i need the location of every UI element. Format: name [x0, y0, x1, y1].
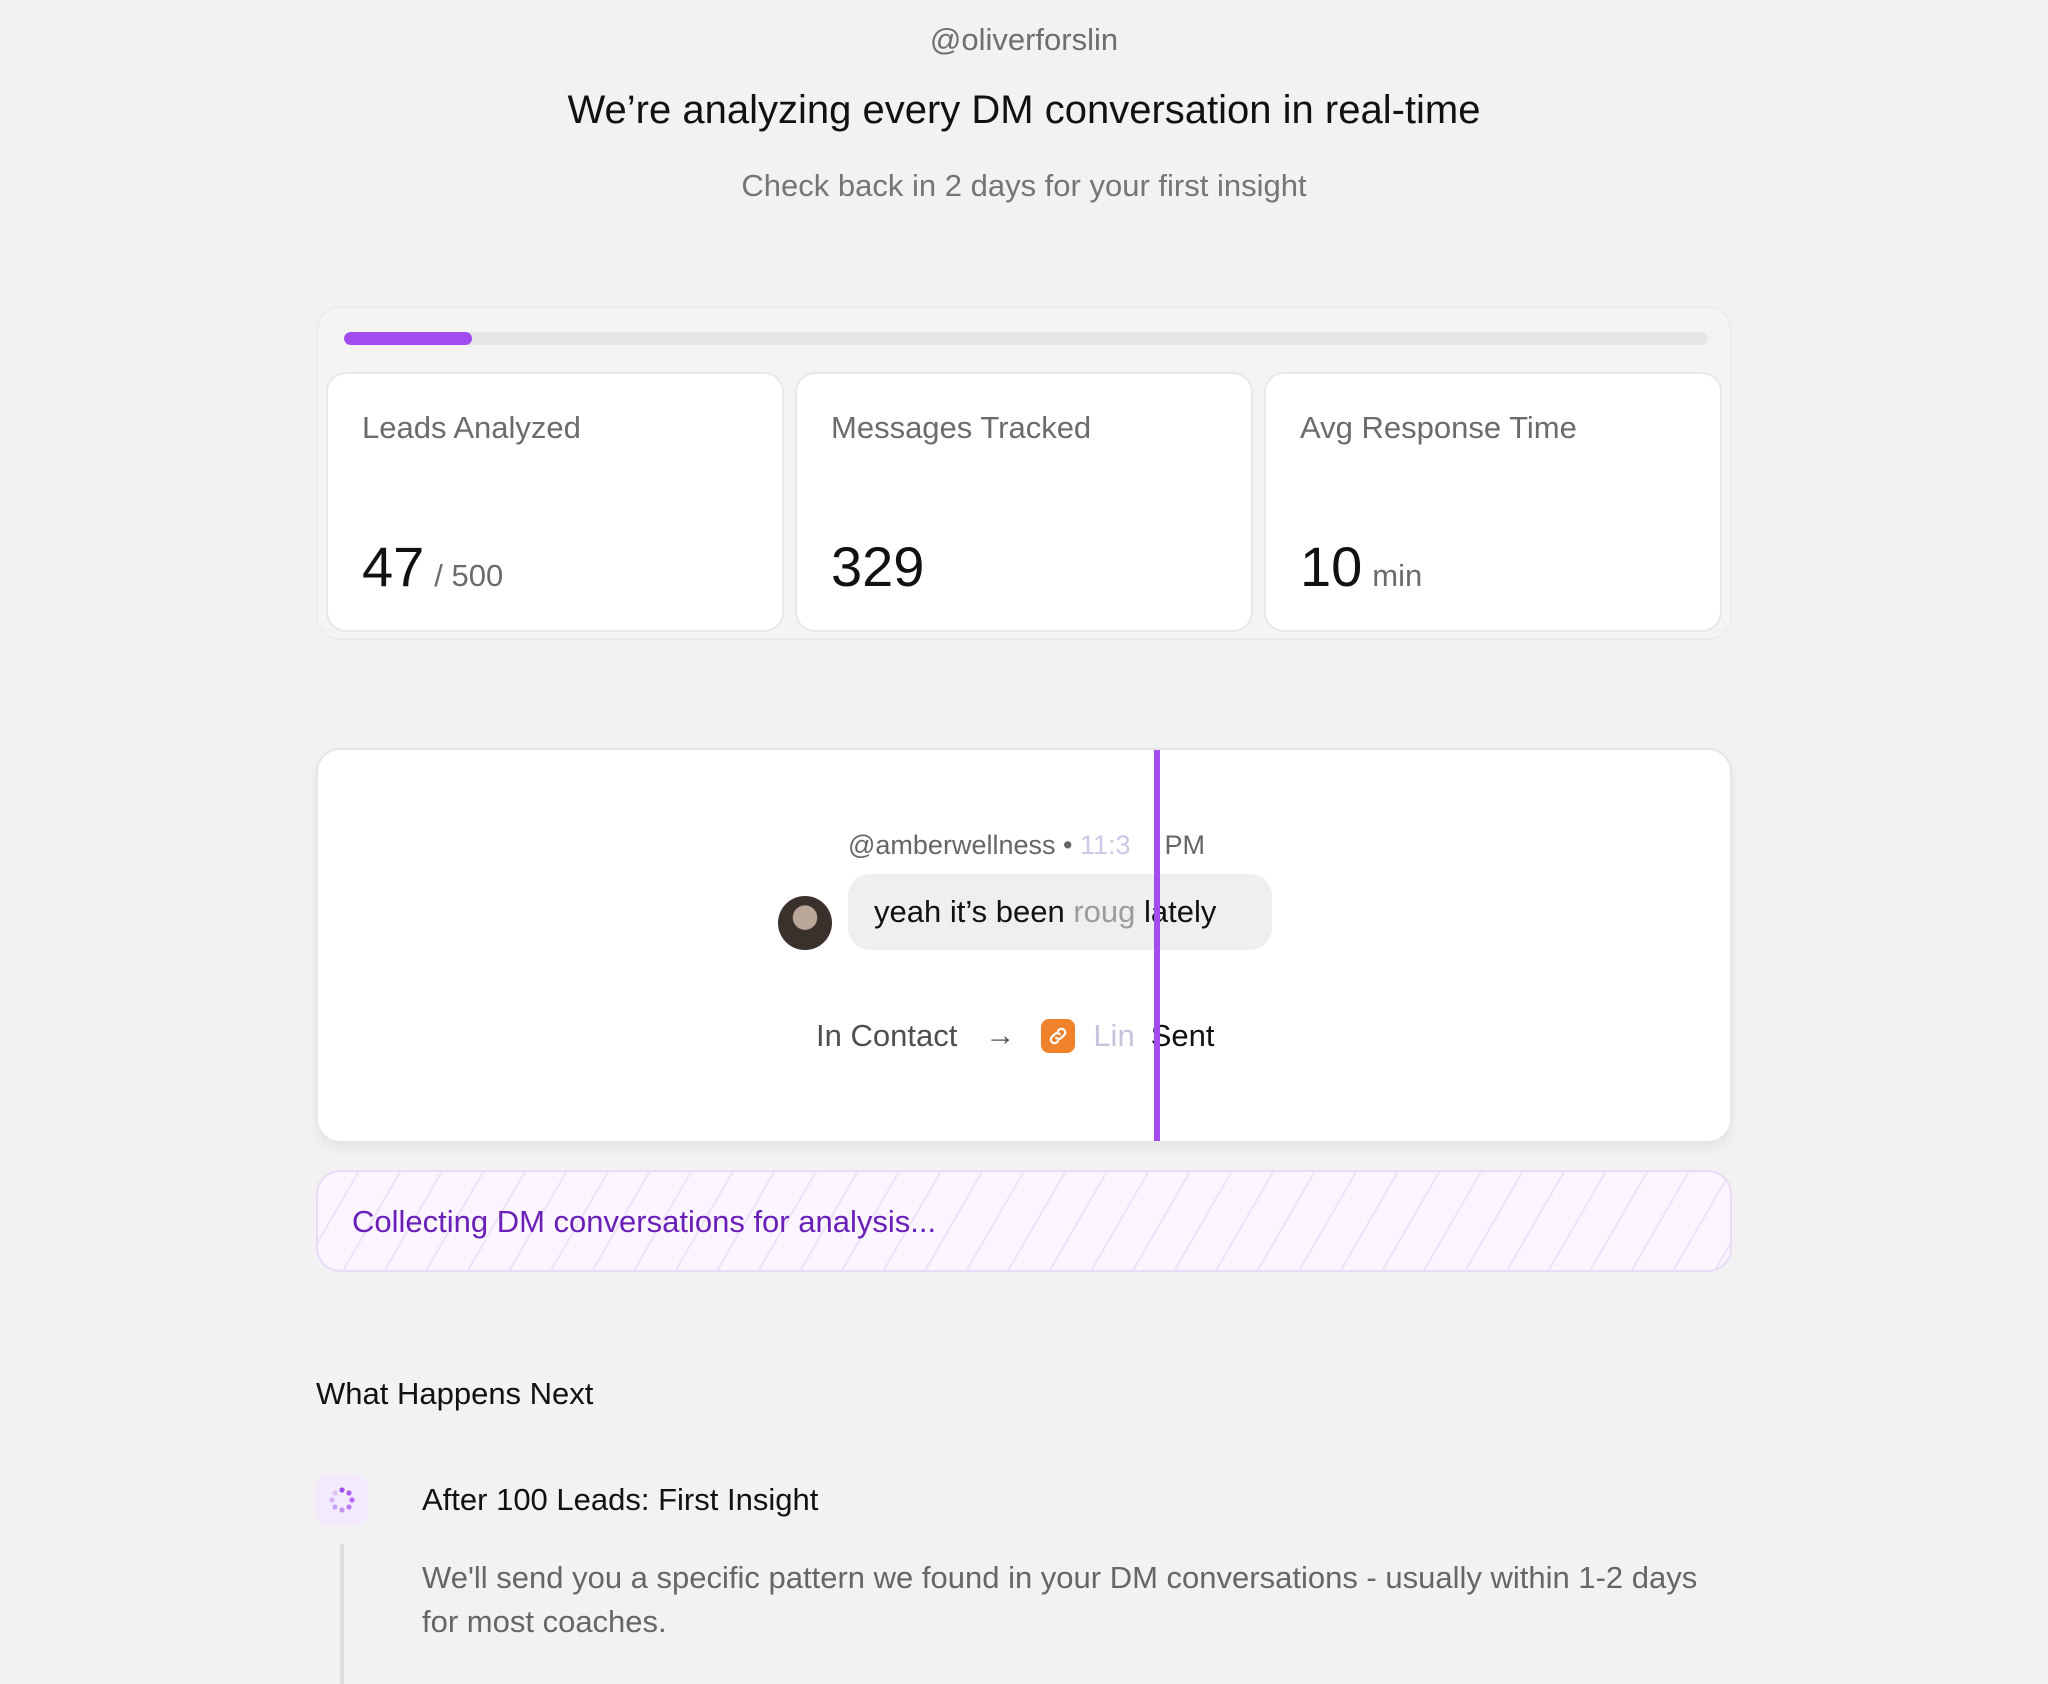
what-happens-next-heading: What Happens Next: [316, 1376, 594, 1411]
message-time-suffix: PM: [1164, 830, 1206, 860]
stat-suffix: min: [1372, 558, 1423, 593]
status-to-scanning: Lin: [1093, 1018, 1135, 1053]
stat-label: Messages Tracked: [831, 410, 1092, 445]
message-bubble: yeah it’s been roug lately: [848, 874, 1272, 950]
step-title: After 100 Leads: First Insight: [422, 1482, 819, 1517]
stat-suffix: / 500: [434, 558, 504, 593]
page-subtitle: Check back in 2 days for your first insi…: [741, 168, 1307, 203]
collecting-status-text: Collecting DM conversations for analysis…: [352, 1204, 937, 1239]
arrow-right-icon: →: [985, 1019, 1016, 1052]
stat-value: 47: [362, 535, 425, 598]
timeline-connector: [340, 1544, 344, 1684]
message-text-scanning: roug: [1073, 894, 1136, 929]
stat-card-avg-response-time: Avg Response Time 10 min: [1264, 372, 1722, 632]
message-text-end: lately: [1135, 894, 1217, 929]
avatar: [778, 896, 832, 950]
analysis-progress-fill: [344, 332, 473, 345]
stat-card-leads-analyzed: Leads Analyzed 47 / 500: [326, 372, 784, 632]
stat-label: Leads Analyzed: [362, 410, 581, 445]
link-icon: [1041, 1019, 1076, 1053]
stat-value-row: 10 min: [1300, 534, 1422, 599]
message-text-start: yeah it’s been: [874, 894, 1074, 929]
dm-analysis-preview: @amberwellness • 11:3 PM yeah it’s been r…: [316, 748, 1732, 1143]
collecting-banner: Collecting DM conversations for analysis…: [316, 1170, 1732, 1272]
message-username: @amberwellness: [848, 830, 1056, 860]
stat-card-messages-tracked: Messages Tracked 329: [795, 372, 1253, 632]
step-description: We'll send you a specific pattern we fou…: [422, 1560, 1698, 1639]
stat-value-row: 47 / 500: [362, 534, 503, 599]
account-handle: @oliverforslin: [929, 22, 1119, 57]
stats-panel: Leads Analyzed 47 / 500 Messages Tracked …: [316, 306, 1732, 640]
meta-separator: •: [1063, 830, 1073, 860]
stat-label: Avg Response Time: [1300, 410, 1577, 445]
status-from-label: In Contact: [816, 1018, 958, 1053]
stat-value: 10: [1300, 535, 1363, 598]
status-to-visible: Sent: [1150, 1018, 1215, 1053]
scan-line: [1154, 750, 1160, 1141]
page-title: We’re analyzing every DM conversation in…: [567, 88, 1481, 132]
spinner-icon: [316, 1474, 368, 1526]
stat-value: 329: [831, 535, 925, 598]
message-time-partial: 11:3: [1079, 830, 1131, 860]
stat-value-row: 329: [831, 534, 924, 599]
message-meta: @amberwellness • 11:3 PM: [848, 830, 1205, 861]
analysis-progress-bar: [344, 332, 1708, 345]
